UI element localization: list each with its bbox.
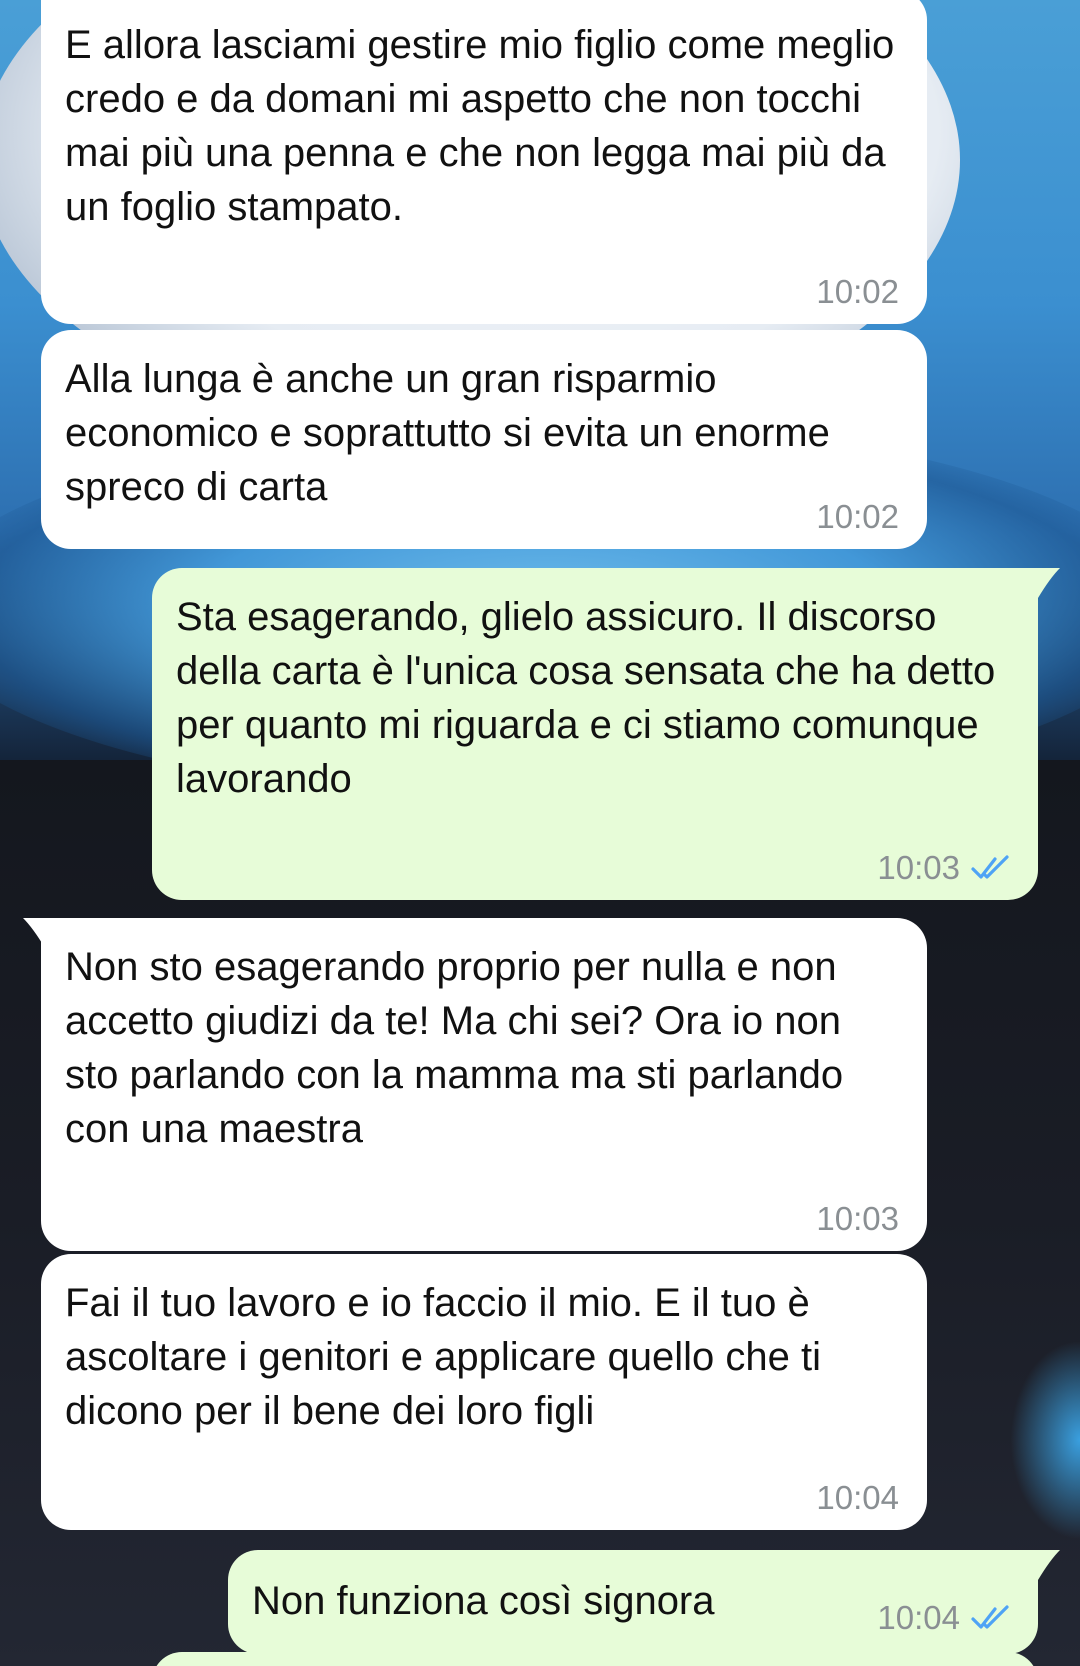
message-meta: 10:02 bbox=[816, 274, 899, 310]
message-meta: 10:04 bbox=[816, 1480, 899, 1516]
message-list[interactable]: E allora lasciami gestire mio figlio com… bbox=[0, 0, 1080, 1666]
message-meta: 10:03 bbox=[877, 850, 1010, 886]
message-bubble-incoming[interactable]: Fai il tuo lavoro e io faccio il mio. E … bbox=[41, 1254, 927, 1530]
message-bubble-outgoing[interactable]: Non funziona così signora 10:04 bbox=[228, 1550, 1060, 1654]
bubble-tail bbox=[23, 918, 63, 948]
message-time: 10:03 bbox=[816, 1200, 899, 1237]
message-text: Non sto esagerando proprio per nulla e n… bbox=[65, 945, 844, 1151]
message-time: 10:04 bbox=[877, 1599, 960, 1636]
bubble-tail bbox=[1020, 1550, 1060, 1580]
double-check-icon bbox=[971, 1605, 1009, 1629]
message-bubble-incoming[interactable]: Non sto esagerando proprio per nulla e n… bbox=[23, 918, 927, 1251]
message-time: 10:03 bbox=[877, 849, 960, 886]
message-time: 10:04 bbox=[816, 1479, 899, 1516]
message-meta: 10:03 bbox=[816, 1201, 899, 1237]
message-bubble-incoming[interactable]: E allora lasciami gestire mio figlio com… bbox=[41, 0, 927, 324]
message-bubble-outgoing-partial[interactable] bbox=[152, 1652, 1038, 1666]
message-text: Sta esagerando, glielo assicuro. Il disc… bbox=[176, 595, 996, 801]
message-time: 10:02 bbox=[816, 498, 899, 535]
message-bubble-outgoing[interactable]: Sta esagerando, glielo assicuro. Il disc… bbox=[152, 568, 1060, 900]
message-meta: 10:04 bbox=[877, 1600, 1010, 1636]
message-bubble-incoming[interactable]: Alla lunga è anche un gran risparmio eco… bbox=[41, 330, 927, 549]
double-check-icon bbox=[971, 855, 1009, 879]
message-text: Fai il tuo lavoro e io faccio il mio. E … bbox=[65, 1281, 821, 1433]
message-text: E allora lasciami gestire mio figlio com… bbox=[65, 23, 895, 229]
message-meta: 10:02 bbox=[816, 499, 899, 535]
message-text: Alla lunga è anche un gran risparmio eco… bbox=[65, 357, 830, 509]
message-time: 10:02 bbox=[816, 273, 899, 310]
bubble-tail bbox=[1020, 568, 1060, 598]
